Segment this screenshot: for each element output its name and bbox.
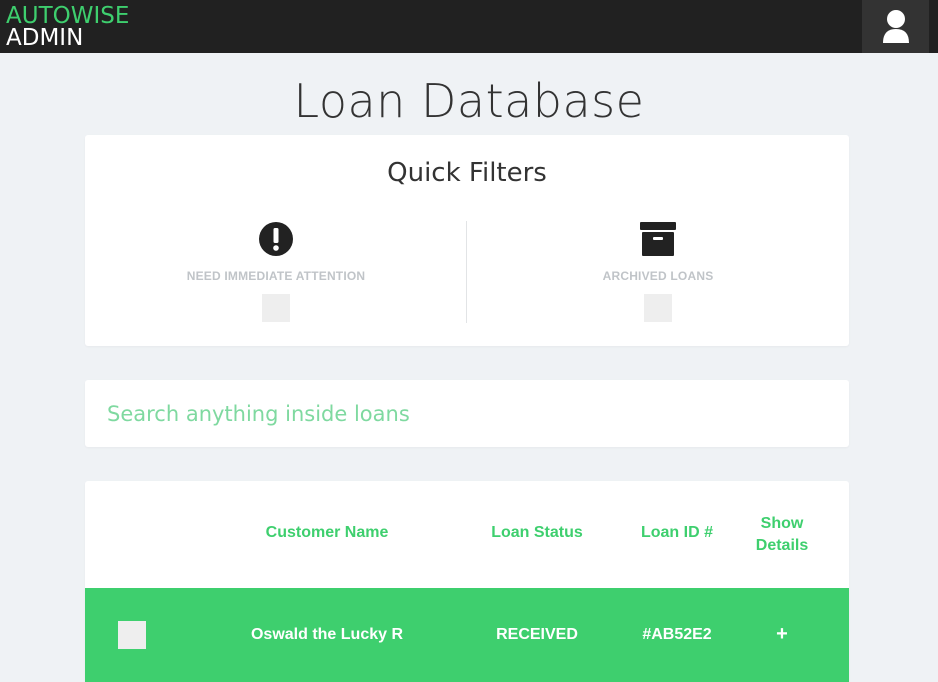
top-navbar: AUTOWISE ADMIN [0,0,938,53]
column-header-show-details[interactable]: Show Details [737,513,827,557]
brand-subtitle: ADMIN [6,25,84,51]
column-header-loan-id[interactable]: Loan ID # [617,524,737,542]
brand-logo[interactable]: AUTOWISE ADMIN [6,3,130,51]
loans-table: Customer Name Loan Status Loan ID # Show… [85,481,849,682]
row-select-checkbox[interactable] [118,621,146,649]
cell-customer-name: Oswald the Lucky R [250,626,404,643]
quick-filters-panel: Quick Filters NEED IMMEDIATE ATTENTION A… [85,135,849,346]
cell-loan-status: RECEIVED [496,626,578,643]
archive-box-icon [640,222,676,256]
filter-need-attention-label: NEED IMMEDIATE ATTENTION [186,269,366,283]
column-header-loan-status[interactable]: Loan Status [457,524,617,542]
quick-filters-title: Quick Filters [387,158,547,188]
alert-circle-icon [259,222,293,256]
cell-loan-id: #AB52E2 [642,626,712,643]
user-icon [882,9,909,43]
search-panel [85,380,849,447]
show-details-toggle[interactable]: + [737,623,827,646]
column-header-customer-name[interactable]: Customer Name [227,524,427,542]
filter-archived-loans-checkbox[interactable] [644,294,672,322]
filter-need-attention: NEED IMMEDIATE ATTENTION [85,221,467,322]
brand-name: AUTOWISE [6,3,130,29]
search-input[interactable] [85,380,849,447]
page-title: Loan Database [293,74,645,128]
user-menu-button[interactable] [862,0,929,53]
filter-archived-loans: ARCHIVED LOANS [467,221,849,322]
table-row[interactable]: Oswald the Lucky R RECEIVED #AB52E2 + [85,588,849,682]
filter-need-attention-checkbox[interactable] [262,294,290,322]
filter-archived-loans-label: ARCHIVED LOANS [602,269,714,283]
